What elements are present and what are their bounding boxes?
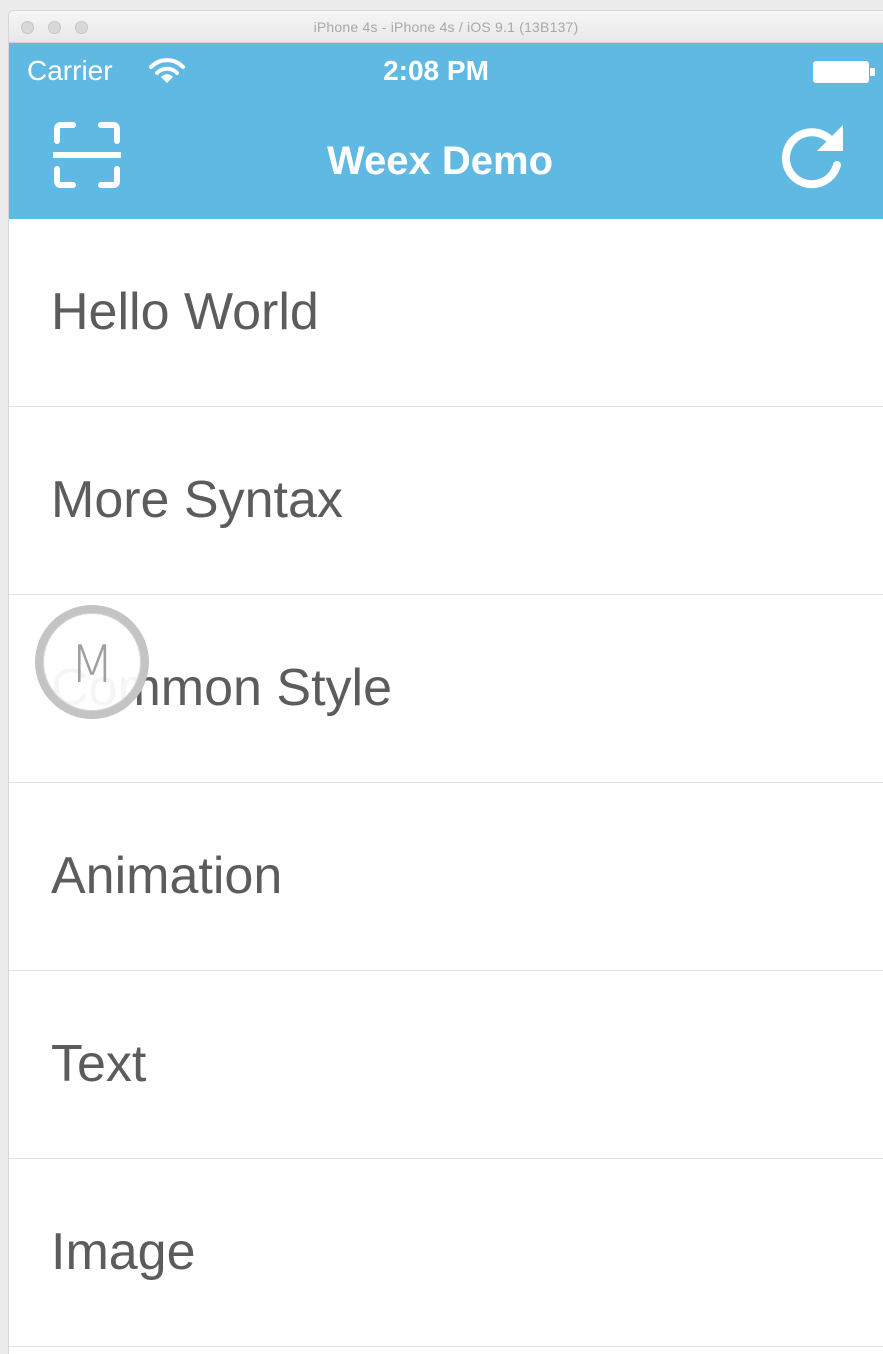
list-item-label: More Syntax: [51, 471, 343, 529]
touch-indicator: M: [35, 605, 149, 719]
simulator-window: iPhone 4s - iPhone 4s / iOS 9.1 (13B137)…: [8, 10, 883, 1354]
battery-icon: [813, 61, 875, 83]
refresh-icon[interactable]: [779, 121, 847, 189]
list-item[interactable]: Animation: [9, 783, 883, 971]
list-item-label: Text: [51, 1035, 147, 1093]
list-item[interactable]: Text: [9, 971, 883, 1159]
window-title: iPhone 4s - iPhone 4s / iOS 9.1 (13B137): [313, 19, 579, 35]
nav-title: Weex Demo: [326, 139, 553, 183]
touch-indicator-letter: M: [69, 635, 115, 695]
list-item[interactable]: More Syntax: [9, 407, 883, 595]
list-item-label: Image: [51, 1223, 196, 1281]
status-time: 2:08 PM: [383, 55, 489, 86]
app-header: Carrier 2:08 PM Weex Demo: [9, 43, 883, 219]
list-item-label: Hello World: [51, 283, 319, 341]
list-item-label: Animation: [51, 847, 283, 905]
window-titlebar: iPhone 4s - iPhone 4s / iOS 9.1 (13B137): [9, 11, 883, 43]
demo-list: Hello World More Syntax Common Style Ani…: [9, 219, 883, 1347]
list-item[interactable]: Image: [9, 1159, 883, 1347]
list-item[interactable]: Hello World: [9, 219, 883, 407]
